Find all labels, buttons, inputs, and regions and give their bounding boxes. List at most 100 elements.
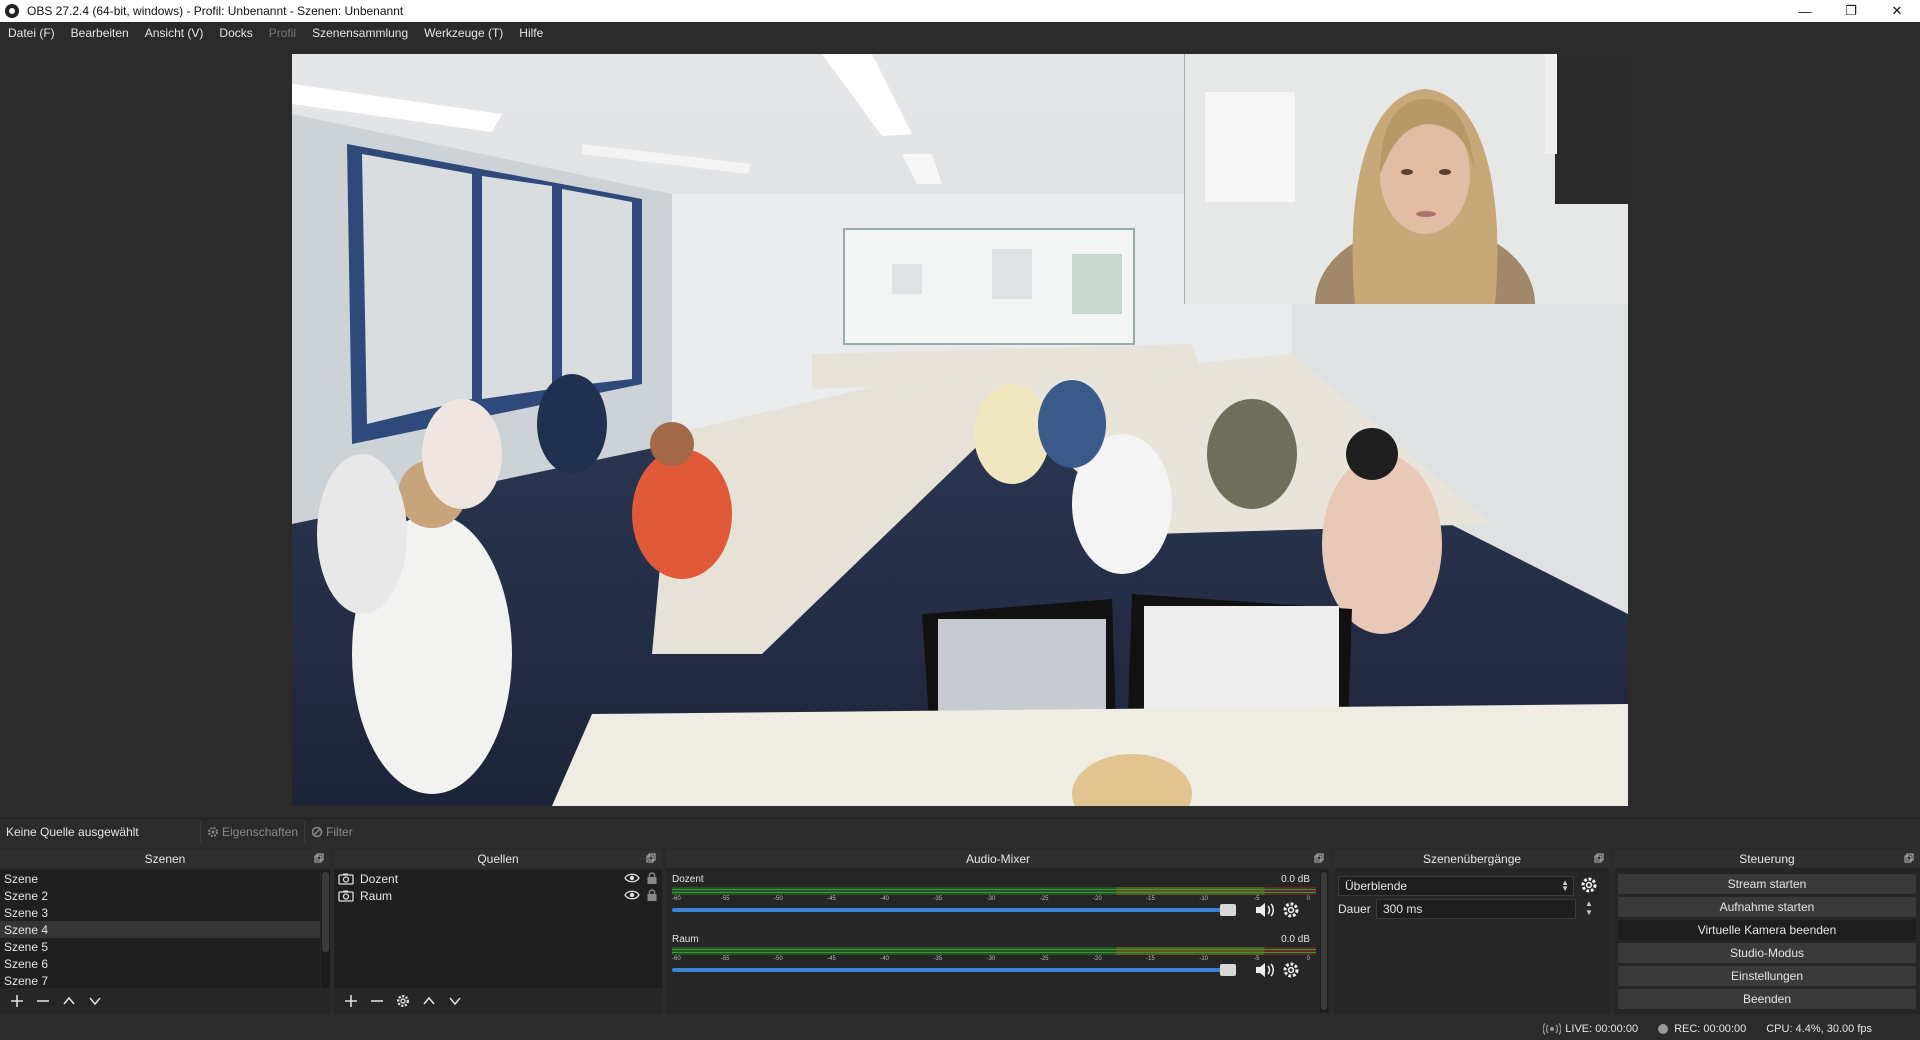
rec-status: REC: 00:00:00 — [1658, 1023, 1746, 1035]
source-item-dozent[interactable]: Dozent — [334, 870, 662, 887]
scale-tick-label: -60 — [672, 896, 681, 902]
title-bar: OBS 27.2.4 (64-bit, windows) - Profil: U… — [0, 0, 1920, 22]
scene-item[interactable]: Szene 6 — [0, 955, 320, 972]
move-source-down-button[interactable] — [442, 990, 468, 1012]
remove-source-button[interactable] — [364, 990, 390, 1012]
studio-mode-button[interactable]: Studio-Modus — [1618, 943, 1916, 963]
menu-hilfe[interactable]: Hilfe — [519, 26, 543, 40]
settings-button[interactable]: Einstellungen — [1618, 966, 1916, 986]
add-source-button[interactable] — [338, 990, 364, 1012]
recording-start-button[interactable]: Aufnahme starten — [1618, 897, 1916, 917]
controls-title: Steuerung — [1739, 852, 1795, 866]
scale-tick-label: -10 — [1199, 956, 1208, 962]
scene-item[interactable]: Szene 7 — [0, 972, 320, 988]
scenes-toolbar — [0, 988, 330, 1014]
scale-tick-label: -60 — [672, 956, 681, 962]
add-scene-button[interactable] — [4, 990, 30, 1012]
menu-docks[interactable]: Docks — [219, 26, 252, 40]
speaker-icon[interactable] — [1254, 961, 1276, 979]
source-label: Raum — [360, 888, 393, 903]
no-source-label: Keine Quelle ausgewählt — [6, 824, 139, 839]
undock-icon[interactable] — [314, 853, 324, 863]
exit-button[interactable]: Beenden — [1618, 989, 1916, 1009]
remove-scene-button[interactable] — [30, 990, 56, 1012]
scenes-dock-title: Szenen — [0, 850, 330, 868]
gear-icon[interactable] — [1282, 901, 1300, 919]
lock-icon[interactable] — [646, 888, 658, 902]
transitions-dock-title: Szenenübergänge — [1334, 850, 1610, 868]
menu-profil: Profil — [268, 26, 297, 40]
menu-bearbeiten[interactable]: Bearbeiten — [71, 26, 129, 40]
menu-werkzeuge[interactable]: Werkzeuge (T) — [424, 26, 503, 40]
scene-item-selected[interactable]: Szene 4 — [0, 921, 320, 938]
transitions-title: Szenenübergänge — [1422, 852, 1522, 866]
stream-start-button[interactable]: Stream starten — [1618, 874, 1916, 894]
duration-spinner[interactable]: ▲ ▼ — [1582, 899, 1596, 919]
scale-tick-label: -20 — [1092, 956, 1102, 962]
scale-tick-label: -45 — [827, 896, 836, 902]
volume-fader-handle[interactable] — [1220, 964, 1236, 976]
transition-select[interactable]: Überblende ▲ ▼ — [1338, 876, 1574, 896]
source-properties-button[interactable] — [390, 990, 416, 1012]
scene-item[interactable]: Szene 3 — [0, 904, 320, 921]
menu-datei[interactable]: Datei (F) — [8, 26, 55, 40]
scene-item[interactable]: Szene 2 — [0, 887, 320, 904]
restore-button[interactable]: ❐ — [1828, 0, 1874, 22]
move-scene-down-button[interactable] — [82, 990, 108, 1012]
scale-tick-label: 0 — [1306, 956, 1310, 962]
meter-scale: -60 -55 -50 -45 -40 -35 -30 -25 -20 -15 -10 -5 0 — [672, 956, 1310, 964]
move-scene-up-button[interactable] — [56, 990, 82, 1012]
move-source-up-button[interactable] — [416, 990, 442, 1012]
eye-icon[interactable] — [624, 889, 640, 901]
scene-item[interactable]: Szene 5 — [0, 938, 320, 955]
properties-button[interactable]: Eigenschaften — [200, 820, 304, 843]
scale-tick-label: -45 — [827, 956, 836, 962]
preview-canvas[interactable] — [292, 54, 1628, 806]
eye-icon[interactable] — [624, 872, 640, 884]
rec-time: REC: 00:00:00 — [1674, 1023, 1747, 1035]
menu-ansicht[interactable]: Ansicht (V) — [145, 26, 204, 40]
virtual-camera-stop-button[interactable]: Virtuelle Kamera beenden — [1618, 920, 1916, 940]
mixer-scrollbar[interactable] — [1320, 870, 1328, 1012]
volume-fader[interactable] — [672, 908, 1236, 912]
gear-icon[interactable] — [1580, 876, 1598, 894]
volume-fader-handle[interactable] — [1220, 904, 1236, 916]
scale-tick-label: -35 — [933, 896, 943, 902]
webcam-overlay — [1184, 54, 1628, 304]
menu-bar: Datei (F) Bearbeiten Ansicht (V) Docks P… — [0, 22, 1920, 44]
camera-icon — [338, 890, 354, 902]
chevron-up-icon — [423, 996, 435, 1005]
window-title: OBS 27.2.4 (64-bit, windows) - Profil: U… — [27, 4, 404, 18]
undock-icon[interactable] — [1904, 853, 1914, 863]
minus-icon — [371, 1000, 383, 1002]
source-item-raum[interactable]: Raum — [334, 887, 662, 904]
source-toolbar: Keine Quelle ausgewählt Eigenschaften Fi… — [0, 818, 1920, 844]
source-label: Dozent — [360, 871, 399, 886]
webcam-image — [1185, 54, 1628, 304]
close-button[interactable]: ✕ — [1874, 0, 1920, 22]
scale-tick-label: 0 — [1306, 896, 1310, 902]
lock-icon[interactable] — [646, 871, 658, 885]
gear-icon — [396, 994, 410, 1008]
transitions-dock: Szenenübergänge Überblende ▲ ▼ Dauer 300 … — [1334, 850, 1610, 1014]
minimize-button[interactable]: — — [1782, 0, 1828, 22]
scenes-scrollbar[interactable] — [321, 870, 330, 988]
record-dot-icon — [1658, 1024, 1669, 1034]
duration-input[interactable]: 300 ms — [1376, 899, 1576, 919]
channel-db: 0.0 dB — [1281, 874, 1310, 885]
scenes-title: Szenen — [144, 852, 186, 866]
scene-item[interactable]: Szene — [0, 870, 320, 887]
gear-icon[interactable] — [1282, 961, 1300, 979]
filter-button[interactable]: Filter — [304, 820, 359, 843]
scale-tick-label: -20 — [1092, 896, 1102, 902]
controls-dock-title: Steuerung — [1614, 850, 1920, 868]
sources-toolbar — [334, 988, 662, 1014]
undock-icon[interactable] — [646, 853, 656, 863]
undock-icon[interactable] — [1314, 853, 1324, 863]
mixer-channel-raum: Raum 0.0 dB -60 -55 -50 -45 -40 -35 -30 -25 -20 -… — [670, 934, 1316, 990]
volume-fader[interactable] — [672, 968, 1236, 972]
speaker-icon[interactable] — [1254, 901, 1276, 919]
broadcast-icon — [1543, 1023, 1562, 1035]
menu-szenensammlung[interactable]: Szenensammlung — [312, 26, 408, 40]
undock-icon[interactable] — [1594, 853, 1604, 863]
